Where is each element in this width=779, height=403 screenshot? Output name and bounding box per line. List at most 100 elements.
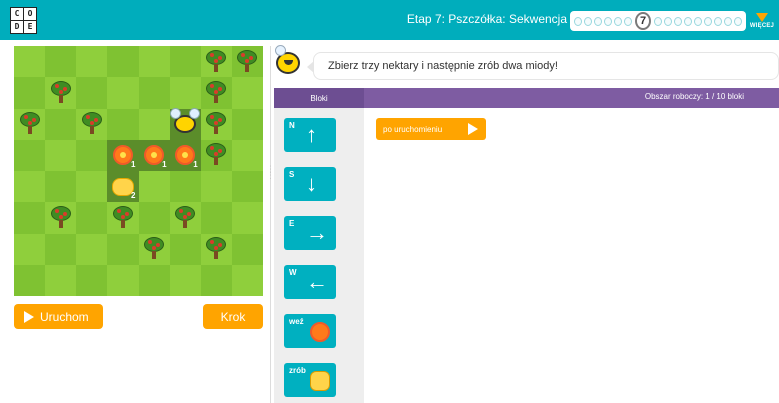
block-label: W bbox=[289, 268, 297, 277]
maze-cell bbox=[45, 77, 77, 109]
level-dot[interactable] bbox=[714, 16, 722, 26]
toolbox-block-arrow-right[interactable]: E → bbox=[284, 216, 336, 250]
maze-cell bbox=[138, 202, 170, 234]
maze-cell bbox=[200, 264, 232, 296]
level-dot[interactable] bbox=[664, 16, 672, 26]
level-dot[interactable] bbox=[694, 16, 702, 26]
when-run-block[interactable]: po uruchomieniu bbox=[376, 118, 486, 140]
maze-cell bbox=[45, 264, 77, 296]
block-label: weź bbox=[289, 317, 304, 326]
toolbox-block-honeycomb[interactable]: zrób bbox=[284, 363, 336, 397]
maze-cell: 1 bbox=[107, 139, 139, 171]
maze-cell bbox=[14, 233, 46, 265]
maze-cell bbox=[138, 77, 170, 109]
maze-cell bbox=[169, 264, 201, 296]
bee-avatar-icon bbox=[275, 45, 300, 74]
tree-icon bbox=[81, 112, 103, 136]
maze-cell bbox=[45, 202, 77, 234]
flower-icon bbox=[310, 322, 330, 342]
maze-cell bbox=[200, 202, 232, 234]
toolbox-block-arrow-up[interactable]: N ↑ bbox=[284, 118, 336, 152]
maze-cell bbox=[76, 77, 108, 109]
level-dot[interactable] bbox=[584, 16, 592, 26]
maze-cell bbox=[14, 202, 46, 234]
logo-letter: C bbox=[11, 8, 23, 20]
tree-icon bbox=[205, 80, 227, 105]
code-studio-level: C O D E Etap 7: Pszczółka: Sekwencja 7 W… bbox=[0, 0, 779, 403]
toolbox-block-arrow-left[interactable]: W ← bbox=[284, 265, 336, 299]
stage-title: Etap 7: Pszczółka: Sekwencja bbox=[406, 12, 567, 26]
maze-cell bbox=[169, 202, 201, 234]
tree-icon bbox=[143, 237, 165, 261]
more-button[interactable]: WIĘCEJ bbox=[749, 13, 775, 35]
maze-cell bbox=[107, 108, 139, 140]
workspace-count: Obszar roboczy: 1 / 10 bloki bbox=[644, 92, 744, 101]
tree-icon bbox=[50, 205, 72, 230]
maze-cell bbox=[45, 46, 77, 78]
maze-cell bbox=[138, 171, 170, 203]
level-dot[interactable] bbox=[614, 16, 622, 26]
maze-cell bbox=[45, 233, 77, 265]
maze-cell bbox=[107, 233, 139, 265]
maze-grid: 1 1 1 2 bbox=[14, 46, 263, 296]
level-dot[interactable] bbox=[734, 16, 742, 26]
maze-cell bbox=[107, 202, 139, 234]
maze-cell bbox=[169, 171, 201, 203]
logo-letter: D bbox=[11, 21, 23, 33]
maze-cell bbox=[200, 108, 232, 140]
step-button[interactable]: Krok bbox=[203, 304, 263, 329]
maze-cell bbox=[231, 46, 263, 78]
flower-count: 1 bbox=[162, 160, 167, 169]
arrow-down-icon: ↓ bbox=[306, 171, 317, 196]
play-icon bbox=[24, 310, 34, 323]
maze-cell bbox=[14, 77, 46, 109]
maze-cell bbox=[14, 108, 46, 140]
panel-divider bbox=[270, 46, 271, 403]
level-dot[interactable] bbox=[574, 16, 582, 26]
level-dot[interactable] bbox=[724, 16, 732, 26]
block-label: N bbox=[289, 121, 295, 130]
level-dot[interactable] bbox=[594, 16, 602, 26]
flower-icon bbox=[112, 145, 133, 166]
maze-cell bbox=[76, 202, 108, 234]
run-button[interactable]: Uruchom bbox=[14, 304, 103, 329]
maze-cell bbox=[76, 171, 108, 203]
level-progress: 7 bbox=[570, 11, 746, 31]
maze-cell: 2 bbox=[107, 171, 139, 203]
maze-cell bbox=[231, 77, 263, 109]
maze-cell: 1 bbox=[138, 139, 170, 171]
code-logo[interactable]: C O D E bbox=[10, 7, 37, 34]
maze-cell bbox=[107, 46, 139, 78]
block-label: E bbox=[289, 219, 295, 228]
level-dot[interactable] bbox=[704, 16, 712, 26]
maze-cell bbox=[138, 264, 170, 296]
bee-icon bbox=[170, 108, 201, 134]
workspace[interactable] bbox=[364, 108, 779, 403]
maze-cell bbox=[200, 233, 232, 265]
maze-cell bbox=[45, 139, 77, 171]
flower-icon bbox=[175, 145, 196, 166]
maze-cell bbox=[231, 233, 263, 265]
level-dot[interactable] bbox=[624, 16, 632, 26]
maze-cell bbox=[14, 46, 46, 78]
maze-cell bbox=[200, 171, 232, 203]
toolbox: N ↑ S ↓ E → W ← weź zrób bbox=[274, 108, 364, 403]
current-level-dot[interactable]: 7 bbox=[635, 12, 651, 30]
workspace-header: Bloki Obszar roboczy: 1 / 10 bloki bbox=[274, 88, 779, 108]
maze-cell bbox=[169, 77, 201, 109]
level-dot[interactable] bbox=[654, 16, 662, 26]
tree-icon bbox=[19, 112, 41, 136]
maze-cell bbox=[169, 46, 201, 78]
tree-icon bbox=[205, 49, 227, 74]
maze-cell bbox=[14, 171, 46, 203]
level-dot[interactable] bbox=[604, 16, 612, 26]
maze-cell bbox=[231, 108, 263, 140]
maze-cell bbox=[107, 77, 139, 109]
toolbox-block-arrow-down[interactable]: S ↓ bbox=[284, 167, 336, 201]
tree-icon bbox=[205, 237, 227, 261]
toolbox-block-flower[interactable]: weź bbox=[284, 314, 336, 348]
arrow-up-icon: ↑ bbox=[306, 122, 317, 147]
maze-cell: 1 bbox=[169, 139, 201, 171]
level-dot[interactable] bbox=[674, 16, 682, 26]
level-dot[interactable] bbox=[684, 16, 692, 26]
